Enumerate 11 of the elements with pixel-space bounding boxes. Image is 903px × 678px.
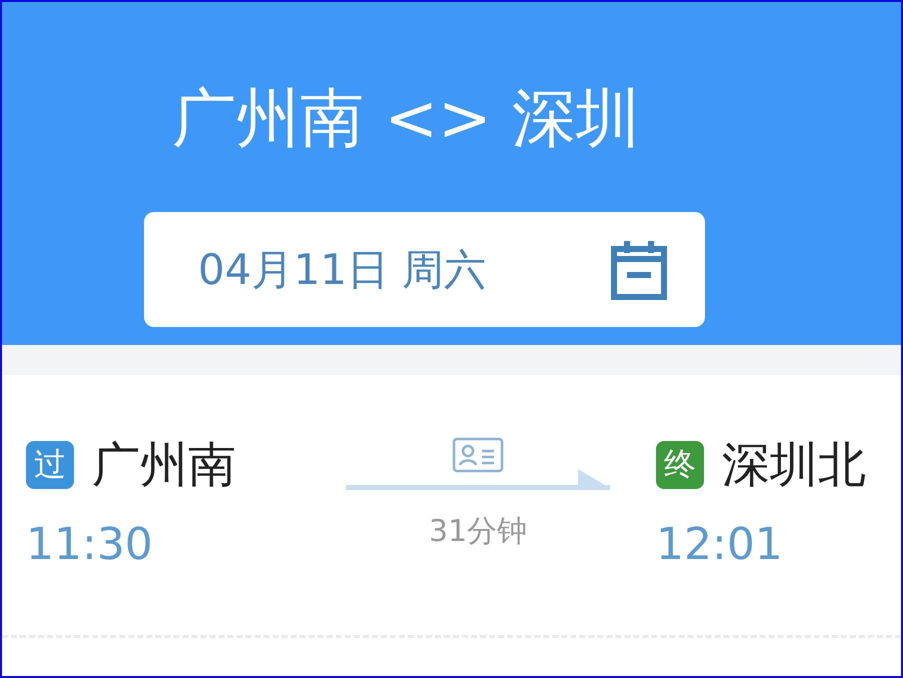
- duration-text: 31分钟: [428, 513, 528, 551]
- date-picker[interactable]: 04月11日 周六: [144, 212, 705, 327]
- station-badge: 过: [26, 441, 74, 489]
- time-text: 12:01: [656, 518, 784, 572]
- route-title: 广州南 <> 深圳: [172, 81, 641, 158]
- station-badge: 终: [656, 441, 704, 489]
- calendar-icon: [609, 238, 669, 300]
- id-card-icon: [452, 437, 504, 473]
- time-text: 11:30: [26, 518, 154, 572]
- station-name: 广州南: [92, 437, 236, 493]
- station-name: 深圳北: [722, 437, 866, 493]
